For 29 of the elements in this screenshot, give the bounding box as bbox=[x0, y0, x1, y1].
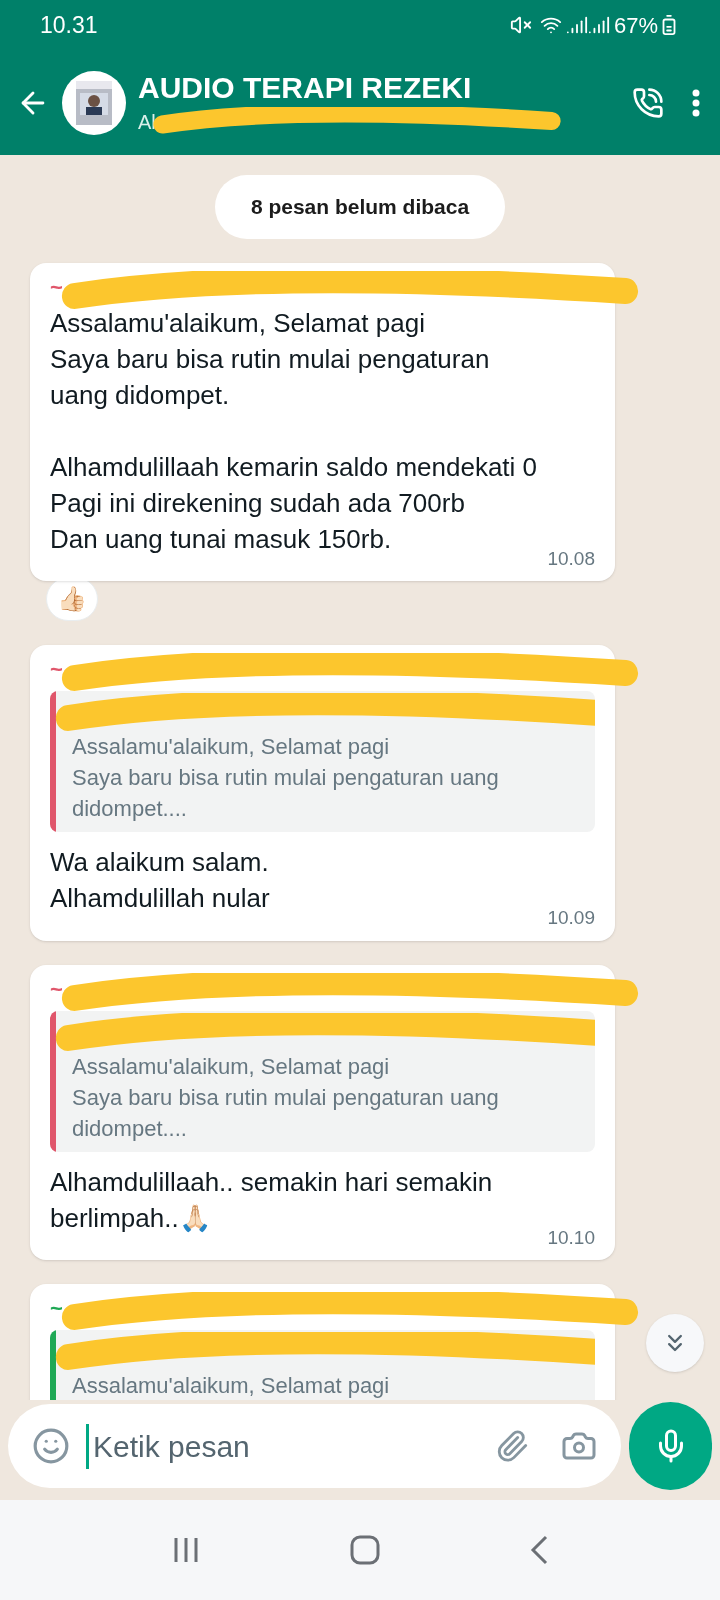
paperclip-icon[interactable] bbox=[495, 1429, 529, 1463]
sender-name: ~ bbox=[50, 274, 63, 300]
message-field[interactable]: Ketik pesan bbox=[8, 1404, 621, 1488]
quoted-text: Assalamu'alaikum, Selamat pagi Saya baru bisa rutin mulai pengaturan uang didompet.... bbox=[72, 1052, 500, 1143]
scroll-down-button[interactable] bbox=[646, 1314, 704, 1372]
message-text: Wa alaikum salam. Alhamdulillah nular bbox=[50, 846, 271, 915]
battery-level: 67% bbox=[613, 11, 658, 40]
chat-title: AUDIO TERAPI REZEKI bbox=[138, 69, 473, 106]
chat-subtitle: Al bbox=[138, 110, 156, 133]
mute-icon bbox=[509, 14, 532, 36]
signal-icon bbox=[565, 14, 588, 36]
message-time: 10.10 bbox=[547, 1225, 595, 1250]
phone-icon bbox=[632, 86, 664, 119]
message-input[interactable]: Ketik pesan bbox=[86, 1423, 479, 1469]
message-time: 10.08 bbox=[547, 546, 595, 571]
message-time: 10.09 bbox=[547, 906, 595, 930]
signal-icon bbox=[587, 14, 610, 36]
emoji-icon[interactable] bbox=[32, 1427, 70, 1465]
message-text: Assalamu'alaikum, Selamat pagi Saya baru bisa rutin mulai pengaturan uang didompet. Alhamdulillaah kemarin saldo mendekati 0 Pagi ini direkening sudah ada 700rb Dan uang tunai masuk 150rb. bbox=[50, 306, 539, 556]
sender-name: ~ bbox=[50, 657, 63, 682]
home-icon[interactable] bbox=[349, 1534, 381, 1566]
status-time: 10.31 bbox=[40, 10, 98, 40]
quoted-text: Assalamu'alaikum, Selamat pagi bbox=[72, 1372, 390, 1400]
menu-icon bbox=[692, 88, 700, 117]
sender-name: ~ bbox=[50, 976, 63, 1002]
sender-name: ~ bbox=[50, 1296, 63, 1321]
quoted-text: Assalamu'alaikum, Selamat pagi Saya baru bisa rutin mulai pengaturan uang didompet.... bbox=[72, 733, 500, 823]
message-text: Alhamdulillaah.. semakin hari semakin berlimpah..🙏🏻 bbox=[50, 1165, 494, 1235]
unread-banner: 8 pesan belum dibaca bbox=[214, 175, 506, 239]
